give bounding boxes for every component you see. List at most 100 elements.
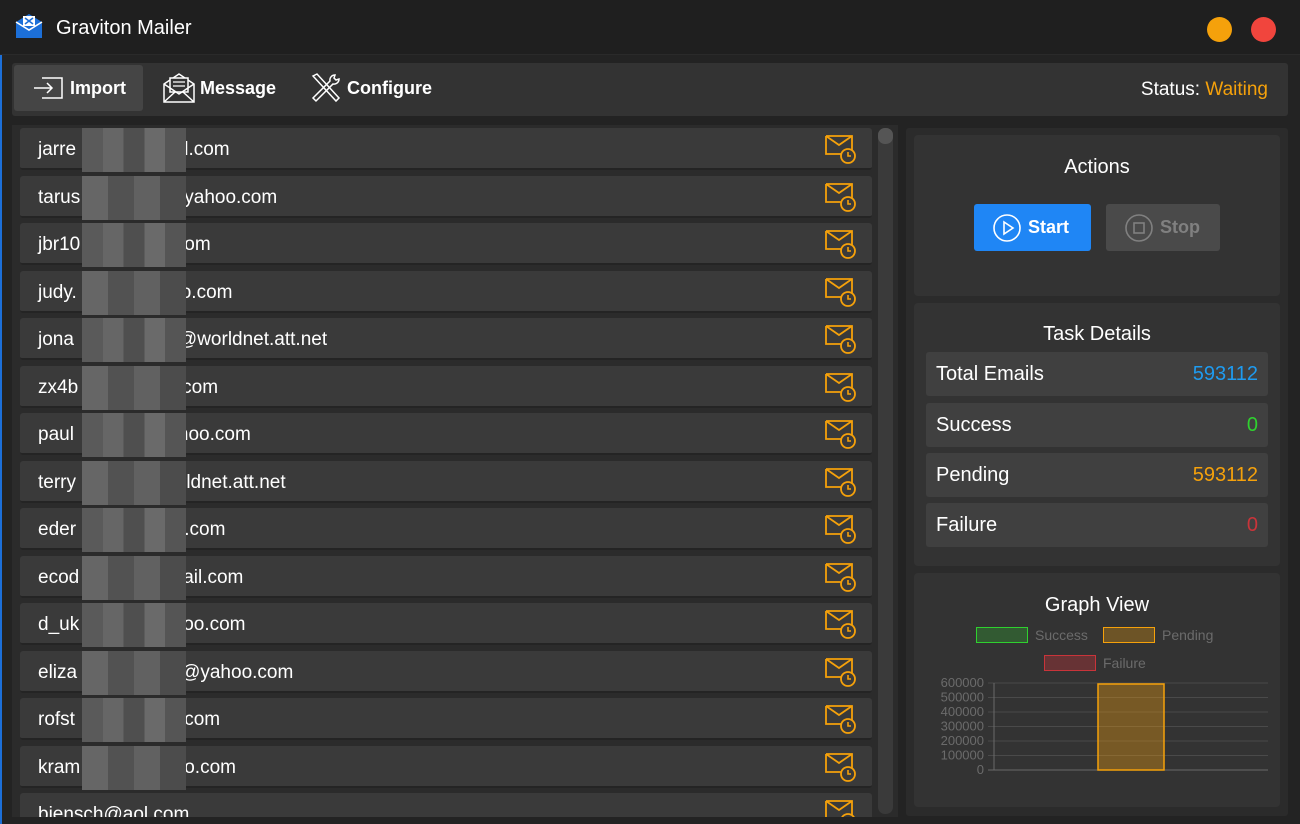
redaction-block	[82, 460, 186, 505]
scheduled-mail-icon	[825, 562, 856, 592]
email-prefix: eder	[38, 519, 77, 540]
y-tick-label: 200000	[941, 733, 984, 748]
email-row[interactable]: kram o.com	[20, 745, 872, 790]
redaction-block	[82, 318, 186, 362]
y-tick-label: 100000	[941, 748, 984, 763]
email-row[interactable]: d_uk oo.com	[20, 603, 872, 647]
email-row[interactable]: ecod ail.com	[20, 555, 872, 600]
message-label: Message	[200, 77, 277, 98]
list-scrollbar-thumb[interactable]	[878, 128, 893, 144]
email-row[interactable]: eder l.com	[20, 508, 872, 552]
start-label: Start	[1028, 217, 1070, 237]
scheduled-mail-icon	[825, 325, 856, 354]
email-row[interactable]: rofst .com	[20, 698, 872, 742]
import-label: Import	[70, 77, 126, 98]
stop-button[interactable]: Stop	[1106, 204, 1220, 251]
detail-value: 0	[1246, 414, 1258, 436]
stop-icon	[1125, 213, 1153, 242]
email-prefix: jona	[38, 329, 74, 350]
configure-label: Configure	[347, 77, 432, 98]
email-suffix: om	[184, 234, 211, 255]
email-row[interactable]: tarus yahoo.com	[20, 175, 872, 220]
email-suffix: com	[182, 376, 219, 398]
email-prefix: d_uk	[38, 614, 80, 635]
email-row[interactable]: paul hoo.com	[20, 413, 872, 457]
detail-value: 0	[1246, 514, 1258, 536]
email-prefix: jarre	[38, 139, 77, 160]
redaction-block	[82, 270, 186, 315]
email-prefix: bjensch@aol.com	[38, 804, 190, 817]
email-prefix: paul	[38, 424, 74, 445]
email-prefix: kram	[38, 756, 81, 778]
email-row[interactable]: eliza @yahoo.com	[20, 650, 872, 695]
redaction-block	[82, 508, 186, 552]
email-suffix: l.com	[180, 519, 226, 540]
email-suffix: o.com	[180, 281, 233, 303]
close-button[interactable]	[1251, 17, 1276, 42]
failure-row: Failure 0	[926, 503, 1268, 547]
email-prefix: tarus	[38, 186, 81, 208]
scheduled-mail-icon	[825, 657, 856, 687]
task-details-title: Task Details	[1043, 323, 1151, 345]
email-prefix: terry	[38, 471, 76, 493]
email-row[interactable]: jbr10 om	[20, 223, 872, 267]
redaction-block	[82, 555, 186, 600]
email-prefix: eliza	[38, 661, 78, 683]
list-scrollbar[interactable]	[878, 128, 893, 814]
email-row[interactable]: jona @worldnet.att.net	[20, 318, 872, 362]
redaction-block	[82, 128, 186, 172]
scheduled-mail-icon	[825, 467, 856, 497]
email-suffix: oo.com	[183, 614, 246, 635]
graph-view-card: Graph View Success Pending Failure 60000…	[914, 573, 1280, 807]
scheduled-mail-icon	[825, 230, 856, 259]
total-emails-row: Total Emails 593112	[926, 352, 1268, 396]
detail-label: Failure	[936, 514, 998, 536]
play-icon	[993, 213, 1021, 242]
bar-pending	[1097, 683, 1165, 771]
configure-button[interactable]: Configure	[305, 65, 445, 111]
email-suffix: yahoo.com	[184, 186, 278, 208]
success-row: Success 0	[926, 403, 1268, 447]
email-list: jarre il.com tarus yahoo.com jbr10 om judy. o.c…	[12, 125, 898, 817]
email-prefix: ecod	[38, 566, 80, 588]
task-details-card: Task Details Total Emails 593112 Success…	[914, 303, 1280, 566]
redaction-block	[82, 365, 186, 410]
title-bar: Graviton Mailer	[0, 0, 1300, 55]
email-suffix: @yahoo.com	[181, 661, 294, 683]
app-title: Graviton Mailer	[56, 17, 192, 39]
email-row[interactable]: jarre il.com	[20, 128, 872, 172]
bar-chart: 6000005000004000003000002000001000000	[941, 675, 1268, 777]
email-row[interactable]: zx4b com	[20, 365, 872, 410]
message-button[interactable]: Message	[158, 65, 288, 111]
scheduled-mail-icon	[825, 182, 856, 212]
email-row[interactable]: terry rldnet.att.net	[20, 460, 872, 505]
email-suffix: hoo.com	[177, 424, 251, 445]
email-suffix: o.com	[184, 756, 236, 778]
email-suffix: ail.com	[183, 566, 244, 588]
status-value: Waiting	[1205, 79, 1268, 100]
scheduled-mail-icon	[825, 800, 855, 817]
email-address: bjensch@aol.com	[38, 804, 189, 817]
y-tick-label: 300000	[941, 719, 984, 734]
minimize-button[interactable]	[1207, 17, 1232, 42]
scheduled-mail-icon	[825, 135, 856, 164]
email-row[interactable]: judy. o.com	[20, 270, 872, 315]
start-button[interactable]: Start	[974, 204, 1091, 251]
scheduled-mail-icon	[825, 752, 856, 782]
redaction-block	[82, 698, 186, 742]
scheduled-mail-icon	[825, 372, 856, 402]
redaction-block	[82, 745, 186, 790]
import-button[interactable]: Import	[14, 65, 143, 111]
tools-icon	[311, 73, 341, 103]
email-suffix: @worldnet.att.net	[177, 329, 328, 350]
envelope-letter-icon	[163, 73, 195, 103]
detail-value: 593112	[1192, 363, 1258, 385]
scheduled-mail-icon	[825, 515, 856, 544]
email-row[interactable]: bjensch@aol.com	[20, 793, 872, 817]
y-tick-label: 600000	[941, 675, 984, 690]
redaction-block	[82, 650, 186, 695]
redaction-block	[82, 223, 186, 267]
pending-row: Pending 593112	[926, 453, 1268, 497]
actions-title: Actions	[1064, 156, 1130, 178]
y-tick-label: 0	[977, 762, 984, 777]
